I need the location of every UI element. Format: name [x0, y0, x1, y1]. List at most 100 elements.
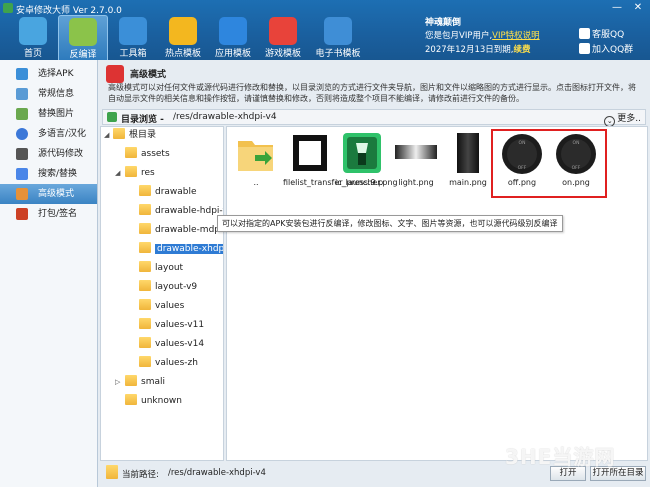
close-button[interactable]: ✕	[630, 1, 646, 14]
renew-link[interactable]: 续费	[513, 45, 530, 55]
expand-arrow-icon[interactable]: ▷	[115, 378, 120, 386]
tree-node-label: values-zh	[155, 358, 198, 368]
tree-node-root[interactable]: 根目录	[113, 127, 156, 144]
file-item-parent[interactable]: ..	[229, 133, 283, 193]
sidebar-item-label: 常规信息	[38, 89, 75, 99]
join-qq-group-label: 加入QQ群	[592, 45, 634, 55]
folder-icon	[125, 147, 137, 158]
app-logo-icon	[3, 3, 13, 13]
apk-icon	[16, 68, 28, 80]
folder-icon	[125, 394, 137, 405]
file-item-on[interactable]: ON OFF on.png	[549, 133, 603, 193]
file-item-filelist-transfer[interactable]: filelist_transfer_press.9.p	[283, 133, 384, 193]
switch-off-text: OFF	[572, 165, 581, 171]
collapse-arrow-icon[interactable]: ◢	[104, 131, 109, 139]
current-path-value: /res/drawable-xhdpi-v4	[168, 468, 266, 478]
qq-icon	[579, 28, 590, 39]
nav-toolbox[interactable]: 工具箱	[108, 15, 158, 60]
sidebar-item-source-edit[interactable]: 源代码修改	[0, 144, 97, 164]
vip-status-text: 您是包月VIP用户,	[425, 31, 493, 41]
folder-icon	[139, 242, 151, 253]
tree-node-drawable-xhdpi[interactable]: drawable-xhdpi-v4	[139, 241, 223, 258]
file-name: light.png	[398, 178, 434, 187]
tree-node-label: 根目录	[129, 130, 157, 140]
folder-icon	[139, 204, 151, 215]
tree-node-label: res	[141, 168, 155, 178]
tree-node-drawable-mdpi[interactable]: drawable-mdpi-v4	[139, 222, 223, 239]
main-thumbnail	[457, 133, 479, 173]
nav-label: 电子书模板	[315, 49, 361, 59]
tree-node-label: layout-v9	[155, 282, 198, 292]
minimize-button[interactable]: —	[609, 1, 625, 14]
nav-ebook-templates[interactable]: 电子书模板	[310, 15, 366, 60]
vip-status: 您是包月VIP用户,VIP特权说明	[425, 29, 540, 41]
sidebar-item-label: 多语言/汉化	[38, 129, 87, 139]
support-qq-link[interactable]: 客服QQ	[579, 27, 624, 40]
nav-label: 工具箱	[119, 49, 147, 59]
sidebar-item-localization[interactable]: 多语言/汉化	[0, 124, 97, 144]
nav-label: 首页	[23, 49, 42, 59]
sidebar-item-replace-images[interactable]: 替换图片	[0, 104, 97, 124]
watermark: 3HE当游网	[505, 445, 616, 469]
sidebar-item-select-apk[interactable]: 选择APK	[0, 64, 97, 84]
switch-on-text: ON	[519, 140, 526, 146]
code-icon	[16, 148, 28, 160]
file-item-ic-launcher[interactable]: ic_launcher.png	[335, 133, 398, 193]
file-name: ..	[253, 178, 259, 187]
tree-node-label: assets	[141, 149, 170, 159]
collapse-arrow-icon[interactable]: ◢	[115, 169, 120, 177]
more-button[interactable]: ⌄ 更多..	[604, 111, 641, 127]
tree-node-drawable-hdpi[interactable]: drawable-hdpi-v4	[139, 203, 223, 220]
tree-node-drawable[interactable]: drawable	[139, 184, 197, 201]
current-path-label: 当前路径:	[122, 470, 159, 480]
tree-node-label: smali	[141, 377, 165, 387]
tree-node-values-zh[interactable]: values-zh	[139, 355, 198, 372]
info-icon	[16, 88, 28, 100]
nav-game-templates[interactable]: 游戏模板	[258, 15, 308, 60]
vip-info: 神魂颠倒 您是包月VIP用户,VIP特权说明 2027年12月13日到期,续费	[411, 14, 576, 56]
tree-node-label: values	[155, 301, 185, 311]
sidebar-item-advanced-mode[interactable]: 高级模式	[0, 184, 97, 204]
file-name: filelist_transfer_press.9.p	[283, 178, 384, 187]
tree-node-layout[interactable]: layout	[139, 260, 183, 277]
star-icon	[169, 17, 197, 45]
tree-node-smali[interactable]: smali	[125, 374, 165, 391]
sidebar-item-label: 打包/签名	[38, 209, 78, 219]
nav-hot-templates[interactable]: 热点模板	[158, 15, 208, 60]
nav-label: 反编译	[69, 50, 97, 60]
file-item-main[interactable]: main.png	[441, 133, 495, 193]
folder-icon	[139, 337, 151, 348]
sidebar: 选择APK 常规信息 替换图片 多语言/汉化 源代码修改 搜索/替换 高级模式 …	[0, 60, 98, 487]
tree-node-values-v11[interactable]: values-v11	[139, 317, 204, 334]
tree-node-label: layout	[155, 263, 184, 273]
tree-node-values[interactable]: values	[139, 298, 184, 315]
directory-tree[interactable]: ◢ 根目录 assets ◢ res drawable drawable-hdp…	[100, 126, 224, 461]
download-icon	[107, 112, 117, 122]
light-thumbnail	[395, 145, 437, 159]
directory-path: /res/drawable-xhdpi-v4	[173, 112, 277, 122]
sidebar-item-pack-sign[interactable]: 打包/签名	[0, 204, 97, 224]
vip-privileges-link[interactable]: VIP特权说明	[492, 31, 539, 41]
tree-node-layout-v9[interactable]: layout-v9	[139, 279, 197, 296]
folder-icon	[125, 375, 137, 386]
vip-expiry-text: 2027年12月13日到期,	[425, 45, 514, 55]
file-item-off[interactable]: ON OFF off.png	[495, 133, 549, 193]
tree-node-assets[interactable]: assets	[125, 146, 170, 163]
mode-title: 高级模式	[130, 70, 167, 80]
sidebar-item-search-replace[interactable]: 搜索/替换	[0, 164, 97, 184]
tree-node-res[interactable]: res	[125, 165, 155, 182]
folder-icon	[139, 185, 151, 196]
sidebar-item-label: 搜索/替换	[38, 169, 78, 179]
join-qq-group-link[interactable]: 加入QQ群	[579, 42, 633, 55]
file-name: main.png	[449, 178, 487, 187]
folder-icon	[139, 261, 151, 272]
sidebar-item-general-info[interactable]: 常规信息	[0, 84, 97, 104]
main-panel: 高级模式 高级模式可以对任何文件或源代码进行修改和替换，以目录浏览的方式进行文件…	[98, 60, 650, 487]
nav-app-templates[interactable]: 应用模板	[208, 15, 258, 60]
nav-home[interactable]: 首页	[8, 15, 58, 60]
nav-decompile[interactable]: 反编译	[58, 15, 108, 60]
tree-node-unknown[interactable]: unknown	[125, 393, 182, 410]
tree-node-values-v14[interactable]: values-v14	[139, 336, 204, 353]
file-item-light[interactable]: light.png	[389, 133, 443, 193]
folder-icon	[139, 356, 151, 367]
